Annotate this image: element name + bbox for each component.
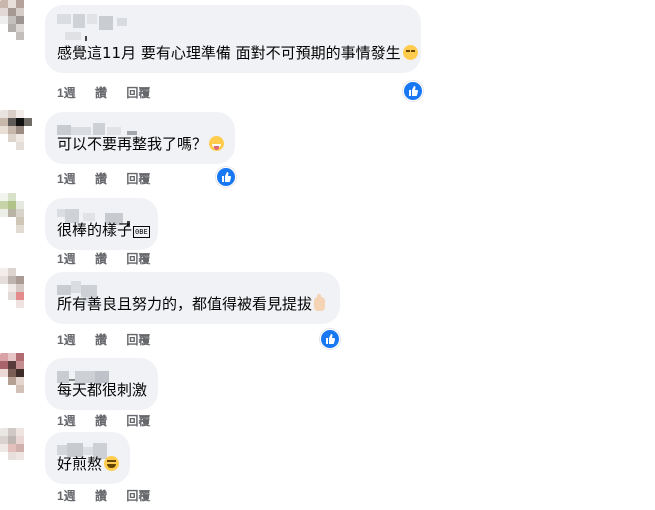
- unsupported-character-glyph: 0BE: [133, 226, 150, 238]
- comment-text: 感覺這11月 要有心理準備 面對不可預期的事情發生: [57, 43, 418, 63]
- like-reaction-icon[interactable]: [403, 81, 423, 101]
- grimacing-face-icon: [104, 456, 120, 471]
- avatar[interactable]: [0, 0, 40, 40]
- comment-text: 好煎熬: [57, 454, 120, 474]
- comment-text: 每天都很刺激: [57, 381, 148, 399]
- avatar[interactable]: [0, 353, 40, 393]
- unamused-face-icon: [402, 45, 418, 60]
- timestamp[interactable]: 1週: [57, 171, 76, 187]
- comment-actions: 1週 讚 回覆: [57, 413, 166, 429]
- reply-button[interactable]: 回覆: [126, 488, 150, 504]
- comment-text: 所有善良且努力的，都值得被看見提拔: [57, 294, 326, 314]
- like-button[interactable]: 讚: [95, 251, 107, 267]
- comment-bubble: 很棒的樣子 0BE: [45, 198, 158, 250]
- avatar[interactable]: [0, 193, 40, 233]
- grinning-face-with-tongue-icon: [209, 136, 225, 151]
- timestamp[interactable]: 1週: [57, 85, 76, 101]
- like-button[interactable]: 讚: [95, 85, 107, 101]
- reply-button[interactable]: 回覆: [126, 413, 150, 429]
- comment-text: 可以不要再整我了嗎？: [57, 134, 225, 154]
- like-reaction-icon[interactable]: [320, 329, 340, 349]
- thumbs-up-icon: [314, 294, 326, 311]
- comment-actions: 1週 讚 回覆: [57, 251, 166, 267]
- timestamp[interactable]: 1週: [57, 488, 76, 504]
- reply-button[interactable]: 回覆: [126, 171, 150, 187]
- reply-button[interactable]: 回覆: [126, 85, 150, 101]
- comment-actions: 1週 讚 回覆: [57, 488, 166, 504]
- like-button[interactable]: 讚: [95, 488, 107, 504]
- comment-bubble: 所有善良且努力的，都值得被看見提拔: [45, 272, 340, 324]
- avatar[interactable]: [0, 268, 40, 308]
- comment-bubble: 感覺這11月 要有心理準備 面對不可預期的事情發生: [45, 5, 421, 73]
- like-button[interactable]: 讚: [95, 413, 107, 429]
- comment-actions: 1週 讚 回覆: [57, 85, 166, 101]
- avatar[interactable]: [0, 110, 40, 150]
- comment-actions: 1週 讚 回覆: [57, 171, 166, 187]
- reply-button[interactable]: 回覆: [126, 332, 150, 348]
- like-reaction-icon[interactable]: [216, 167, 236, 187]
- comment-actions: 1週 讚 回覆: [57, 332, 166, 348]
- timestamp[interactable]: 1週: [57, 251, 76, 267]
- avatar[interactable]: [0, 428, 40, 468]
- comment-bubble: 每天都很刺激: [45, 358, 158, 410]
- like-button[interactable]: 讚: [95, 171, 107, 187]
- commenter-name-redacted[interactable]: [57, 14, 137, 41]
- comment-text: 很棒的樣子 0BE: [57, 221, 150, 239]
- timestamp[interactable]: 1週: [57, 413, 76, 429]
- reply-button[interactable]: 回覆: [126, 251, 150, 267]
- like-button[interactable]: 讚: [95, 332, 107, 348]
- comment-bubble: 好煎熬: [45, 432, 130, 484]
- comment-bubble: 可以不要再整我了嗎？: [45, 112, 235, 164]
- timestamp[interactable]: 1週: [57, 332, 76, 348]
